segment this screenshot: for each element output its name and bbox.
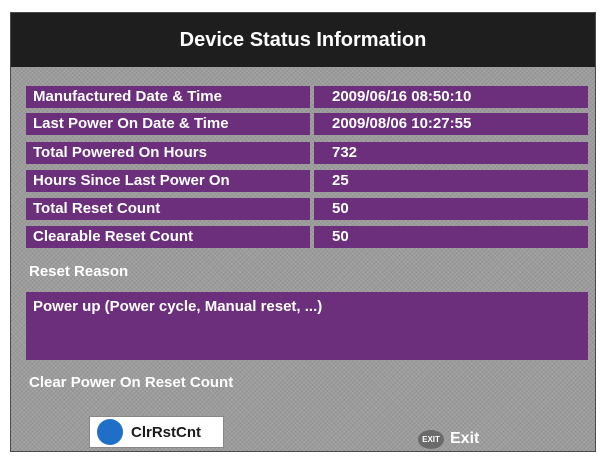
info-row-total-reset-count: Total Reset Count 50 xyxy=(26,198,588,220)
row-value: 50 xyxy=(314,226,588,248)
row-label: Total Powered On Hours xyxy=(26,142,310,164)
reset-reason-label: Reset Reason xyxy=(29,263,129,280)
info-row-last-power-on: Last Power On Date & Time 2009/08/06 10:… xyxy=(26,113,588,135)
blue-circle-icon xyxy=(97,419,123,445)
info-row-hours-since-power-on: Hours Since Last Power On 25 xyxy=(26,170,588,192)
row-value: 732 xyxy=(314,142,588,164)
row-label: Last Power On Date & Time xyxy=(26,113,310,135)
title-bar: Device Status Information xyxy=(11,13,595,67)
page-title: Device Status Information xyxy=(179,28,427,51)
row-label: Total Reset Count xyxy=(26,198,310,220)
row-value: 2009/08/06 10:27:55 xyxy=(314,113,588,135)
row-label: Manufactured Date & Time xyxy=(26,86,310,108)
row-label: Clearable Reset Count xyxy=(26,226,310,248)
row-value: 2009/06/16 08:50:10 xyxy=(314,86,588,108)
exit-button[interactable]: EXIT Exit xyxy=(418,425,479,453)
info-row-manufactured: Manufactured Date & Time 2009/06/16 08:5… xyxy=(26,86,588,108)
reset-reason-value: Power up (Power cycle, Manual reset, ...… xyxy=(26,292,588,360)
device-status-screen: Device Status Information Manufactured D… xyxy=(10,12,596,452)
row-label: Hours Since Last Power On xyxy=(26,170,310,192)
exit-icon: EXIT xyxy=(418,429,444,449)
exit-button-label: Exit xyxy=(450,430,480,447)
clear-button-label: ClrRstCnt xyxy=(131,423,201,441)
row-value: 25 xyxy=(314,170,588,192)
info-row-clearable-reset-count: Clearable Reset Count 50 xyxy=(26,226,588,248)
clear-section-label: Clear Power On Reset Count xyxy=(29,374,234,391)
clear-reset-count-button[interactable]: ClrRstCnt xyxy=(89,416,224,448)
row-value: 50 xyxy=(314,198,588,220)
info-row-total-powered-hours: Total Powered On Hours 732 xyxy=(26,142,588,164)
